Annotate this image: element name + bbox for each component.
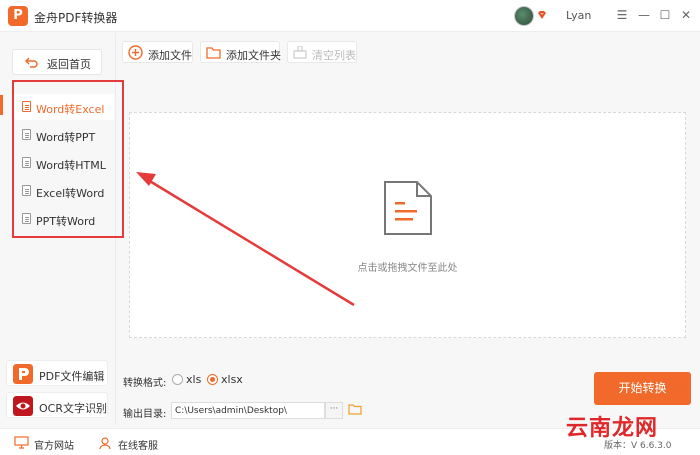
app-title: 金舟PDF转换器 [34, 11, 118, 25]
official-website-label: 官方网站 [34, 441, 74, 452]
return-arrow-icon [25, 57, 38, 68]
format-radio-xlsx[interactable] [207, 374, 218, 385]
file-icon [22, 101, 31, 112]
diamond-icon[interactable] [537, 10, 547, 20]
conversion-nav-group: Word转Excel Word转PPT Word转HTML Excel转Word… [12, 80, 124, 238]
drop-hint-text: 点击或拖拽文件至此处 [357, 263, 458, 274]
maximize-button[interactable]: ☐ [657, 7, 673, 23]
close-button[interactable]: ✕ [678, 7, 694, 23]
browse-button[interactable]: ··· [325, 402, 343, 419]
output-path-input[interactable] [171, 402, 325, 419]
sidebar-item-label: Word转PPT [36, 131, 96, 144]
app-logo-icon: P [8, 6, 28, 26]
ocr-button[interactable]: OCR文字识别 [6, 392, 108, 418]
pdf-edit-icon [13, 364, 33, 384]
sidebar-item-label: Excel转Word [36, 187, 105, 200]
sidebar-item-label: Word转Excel [36, 103, 105, 116]
format-label: 转换格式: [123, 378, 167, 389]
sidebar-item-label: PPT转Word [36, 215, 96, 228]
back-home-button[interactable]: 返回首页 [12, 49, 102, 75]
sidebar: 返回首页 Word转Excel Word转PPT Word转HTML Excel… [0, 33, 124, 425]
format-option-xls[interactable]: xls [186, 373, 201, 386]
site-watermark: 云南龙网 [566, 415, 659, 441]
sidebar-item-label: Word转HTML [36, 159, 106, 172]
online-support-link[interactable]: 在线客服 [98, 435, 168, 452]
add-file-button[interactable]: 添加文件 [122, 41, 193, 63]
sidebar-item-word-to-ppt[interactable]: Word转PPT [14, 122, 114, 148]
app-window: P 金舟PDF转换器 Lyan ☰ — ☐ ✕ 返回首页 Word转Excel [0, 0, 700, 455]
broom-icon [293, 46, 307, 59]
support-agent-icon [99, 437, 111, 450]
clear-list-button[interactable]: 清空列表 [287, 41, 357, 63]
file-icon [22, 213, 31, 224]
official-website-link[interactable]: 官方网站 [14, 435, 84, 452]
format-radio-xls[interactable] [172, 374, 183, 385]
file-drop-zone[interactable]: 点击或拖拽文件至此处 [129, 112, 686, 338]
sidebar-item-word-to-html[interactable]: Word转HTML [14, 150, 114, 176]
active-indicator [0, 95, 3, 115]
user-avatar[interactable] [514, 6, 534, 26]
monitor-icon [14, 436, 29, 449]
file-icon [22, 185, 31, 196]
pdf-edit-button[interactable]: PDF文件编辑 [6, 360, 108, 386]
ocr-eye-icon [13, 396, 33, 416]
file-icon [22, 157, 31, 168]
clear-list-label: 清空列表 [312, 49, 356, 62]
folder-icon [206, 47, 221, 59]
online-support-label: 在线客服 [118, 441, 158, 452]
add-file-label: 添加文件 [148, 49, 192, 62]
minimize-button[interactable]: — [636, 7, 652, 23]
start-convert-button[interactable]: 开始转换 [594, 372, 691, 405]
sidebar-item-word-to-excel[interactable]: Word转Excel [14, 94, 114, 120]
sidebar-item-excel-to-word[interactable]: Excel转Word [14, 178, 114, 204]
document-icon [384, 181, 432, 235]
format-option-xlsx[interactable]: xlsx [221, 373, 243, 386]
username[interactable]: Lyan [566, 9, 591, 22]
add-folder-button[interactable]: 添加文件夹 [200, 41, 281, 63]
ocr-label: OCR文字识别 [39, 402, 107, 415]
title-bar: P 金舟PDF转换器 Lyan ☰ — ☐ ✕ [0, 0, 700, 32]
back-home-label: 返回首页 [47, 58, 91, 71]
add-folder-label: 添加文件夹 [226, 49, 281, 62]
plus-circle-icon [128, 45, 143, 60]
open-folder-icon[interactable] [348, 403, 362, 415]
sidebar-item-ppt-to-word[interactable]: PPT转Word [14, 206, 114, 232]
file-icon [22, 129, 31, 140]
menu-icon[interactable]: ☰ [614, 7, 630, 23]
pdf-edit-label: PDF文件编辑 [39, 370, 105, 383]
output-dir-label: 输出目录: [123, 409, 167, 420]
